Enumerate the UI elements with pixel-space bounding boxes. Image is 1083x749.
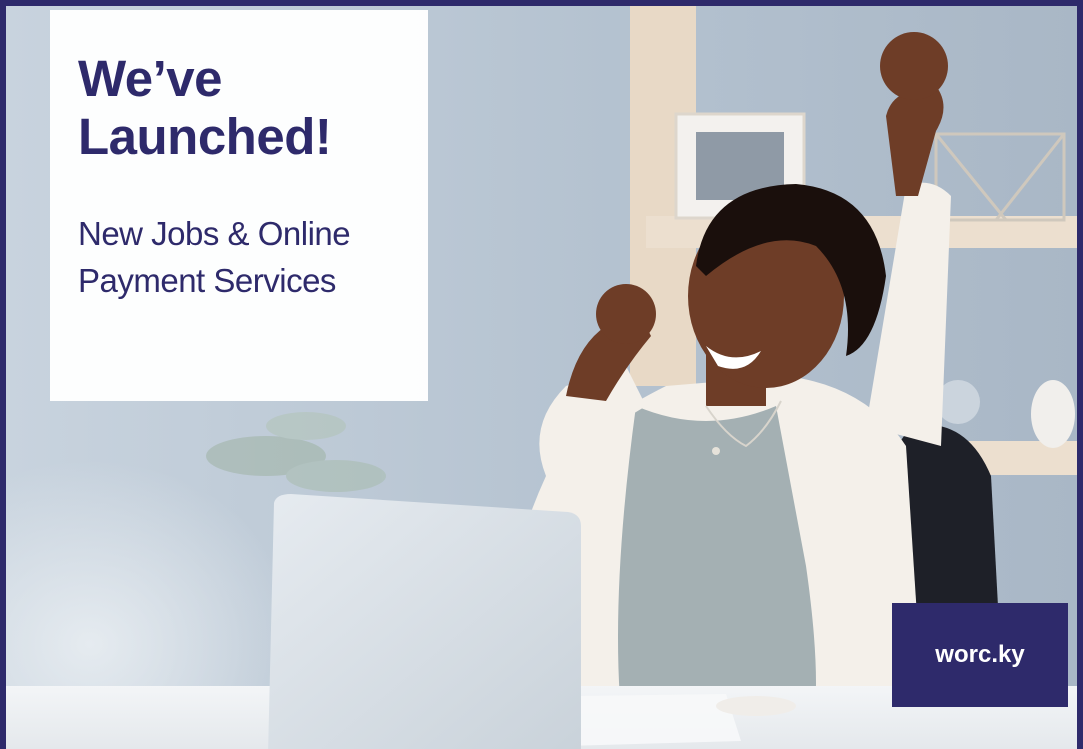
headline-subtitle: New Jobs & Online Payment Services	[78, 215, 351, 299]
brand-badge[interactable]: worc.ky	[892, 603, 1068, 707]
headline-card: We’ve Launched! New Jobs & Online Paymen…	[50, 10, 428, 401]
brand-label: worc.ky	[935, 641, 1025, 668]
laptop	[268, 494, 581, 749]
banner-frame: We’ve Launched! New Jobs & Online Paymen…	[0, 0, 1083, 749]
headline-title: We’ve Launched!	[78, 50, 332, 165]
